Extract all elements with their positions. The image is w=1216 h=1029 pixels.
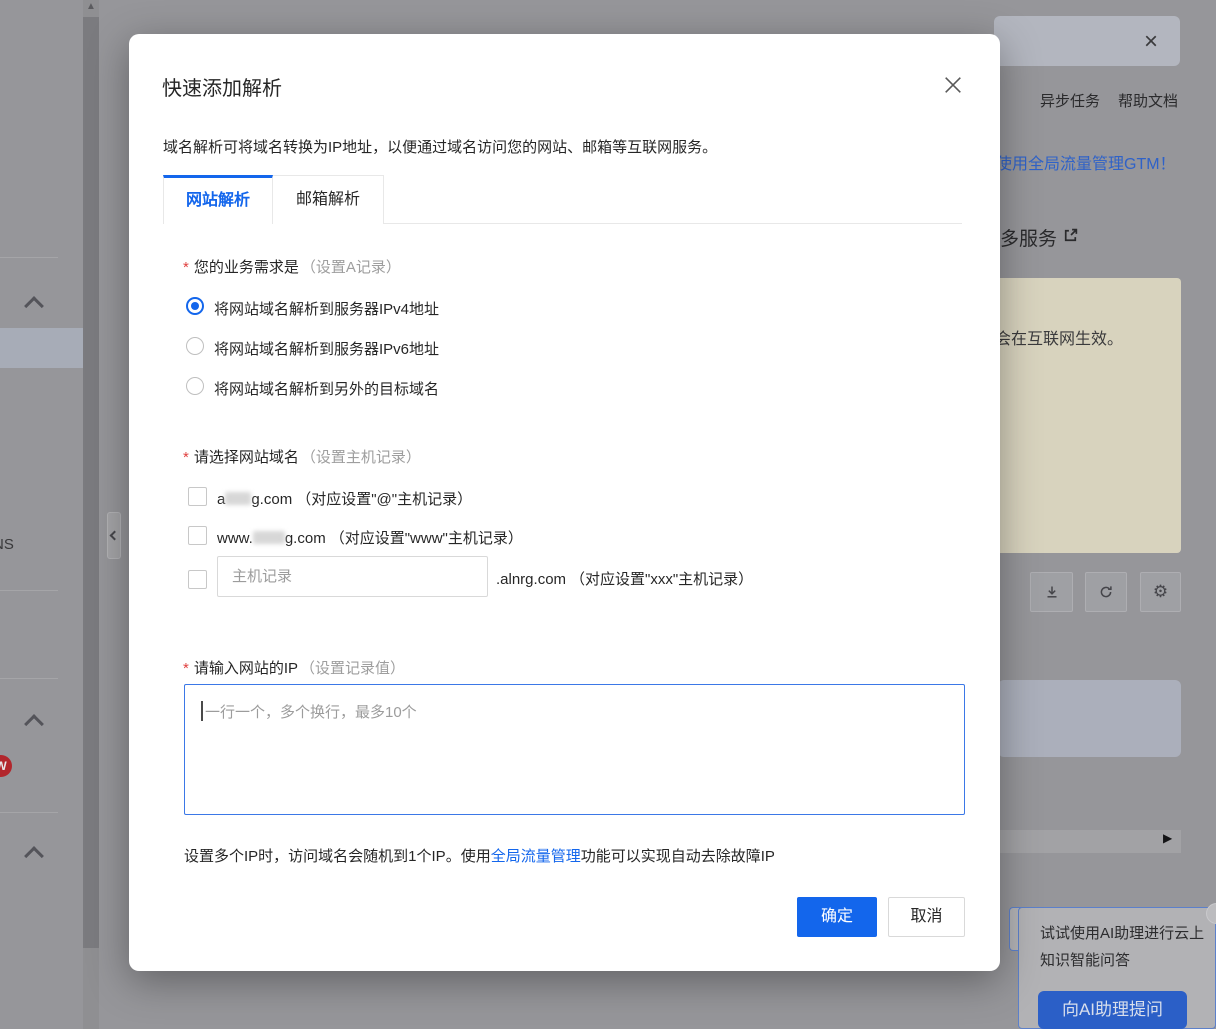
tab-website-resolution[interactable]: 网站解析 xyxy=(163,175,273,224)
checkbox-root-domain[interactable] xyxy=(188,487,207,506)
sidebar-item-label: NS xyxy=(0,536,14,553)
dialog-title: 快速添加解析 xyxy=(162,72,282,101)
notification-badge: W xyxy=(0,755,12,777)
domain-suffix: g.com xyxy=(285,530,326,547)
label-hint: （设置记录值） xyxy=(300,660,405,677)
tab-mailbox-resolution[interactable]: 邮箱解析 xyxy=(273,175,384,224)
required-mark: * xyxy=(183,259,189,276)
chevron-up-icon[interactable] xyxy=(24,296,44,316)
scrollbar-thumb[interactable] xyxy=(83,17,99,948)
help-docs-link[interactable]: 帮助文档 xyxy=(1118,90,1178,111)
label-hint: （设置主机记录） xyxy=(301,449,421,466)
scroll-up-arrow-icon[interactable]: ▲ xyxy=(83,1,99,12)
radio-ipv4[interactable] xyxy=(186,297,204,315)
sidebar-divider xyxy=(0,678,58,679)
required-mark: * xyxy=(183,449,189,466)
expand-arrow-icon[interactable]: ▶ xyxy=(1163,831,1172,845)
chevron-up-icon[interactable] xyxy=(24,714,44,734)
redacted-text xyxy=(253,531,285,544)
radio-ipv6-label[interactable]: 将网站域名解析到服务器IPv6地址 xyxy=(214,338,439,359)
collapsed-section-bar[interactable] xyxy=(990,830,1181,853)
checkbox-custom-host[interactable] xyxy=(188,570,207,589)
async-tasks-link[interactable]: 异步任务 xyxy=(1040,90,1100,111)
refresh-icon xyxy=(1098,584,1114,600)
sidebar-item-selected[interactable] xyxy=(0,328,83,368)
sidebar-divider xyxy=(0,590,58,591)
required-mark: * xyxy=(183,660,189,677)
refresh-button[interactable] xyxy=(1085,572,1127,612)
banner-close-icon[interactable]: × xyxy=(1144,28,1158,56)
custom-host-row: .alnrg.com（对应设置"xxx"主机记录） xyxy=(496,568,753,589)
www-domain-row: www. g.com（对应设置"www"主机记录） xyxy=(217,527,523,548)
ip-input-label: *请输入网站的IP（设置记录值） xyxy=(183,657,405,678)
host-record-note: （对应设置"xxx"主机记录） xyxy=(570,571,753,588)
confirm-button[interactable]: 确定 xyxy=(797,897,877,937)
host-record-input[interactable] xyxy=(217,556,488,597)
business-requirement-label: *您的业务需求是（设置A记录） xyxy=(183,256,401,277)
select-domain-label: *请选择网站域名（设置主机记录） xyxy=(183,446,421,467)
chevron-left-icon xyxy=(109,531,119,541)
dialog-description: 域名解析可将域名转换为IP地址，以便通过域名访问您的网站、邮箱等互联网服务。 xyxy=(163,136,717,157)
settings-button[interactable]: ⚙ xyxy=(1140,572,1181,612)
page: NS W ▲ × 异步任务 帮助文档 使用全局流量管理GTM！ 多服务 会在互联… xyxy=(0,0,1216,1029)
radio-ipv6[interactable] xyxy=(186,337,204,355)
gtm-banner-link[interactable]: 使用全局流量管理GTM！ xyxy=(996,150,1176,174)
notice-text: 会在互联网生效。 xyxy=(995,325,1123,349)
dialog-close-icon[interactable] xyxy=(944,76,962,94)
tab-label: 网站解析 xyxy=(186,192,250,209)
sidebar-divider xyxy=(0,257,58,258)
download-button[interactable] xyxy=(1030,572,1073,612)
background-card xyxy=(998,680,1181,757)
external-link-icon[interactable] xyxy=(1062,227,1079,244)
checkbox-www-domain[interactable] xyxy=(188,526,207,545)
radio-cname-label[interactable]: 将网站域名解析到另外的目标域名 xyxy=(214,378,439,399)
domain-suffix: .alnrg.com xyxy=(496,571,566,588)
cancel-button[interactable]: 取消 xyxy=(888,897,965,937)
redacted-text xyxy=(225,492,251,505)
more-services-label[interactable]: 多服务 xyxy=(1000,224,1057,251)
label-hint: （设置A记录） xyxy=(301,259,401,276)
ask-ai-button[interactable]: 向AI助理提问 xyxy=(1038,991,1187,1029)
sidebar-divider xyxy=(0,812,58,813)
collapse-panel-handle[interactable] xyxy=(107,512,121,559)
root-domain-row: a g.com（对应设置"@"主机记录） xyxy=(217,488,472,509)
text-cursor xyxy=(201,701,203,721)
notice-panel xyxy=(992,278,1181,553)
host-record-note: （对应设置"@"主机记录） xyxy=(296,491,472,508)
radio-cname[interactable] xyxy=(186,377,204,395)
chevron-up-icon[interactable] xyxy=(24,846,44,866)
radio-ipv4-label[interactable]: 将网站域名解析到服务器IPv4地址 xyxy=(214,298,439,319)
domain-prefix: a xyxy=(217,491,225,508)
host-record-note: （对应设置"www"主机记录） xyxy=(330,530,523,547)
domain-suffix: g.com xyxy=(251,491,292,508)
domain-prefix: www. xyxy=(217,530,253,547)
gear-icon: ⚙ xyxy=(1153,582,1168,602)
gtm-inline-link[interactable]: 全局流量管理 xyxy=(491,848,581,865)
download-icon xyxy=(1044,584,1060,600)
ai-assistant-text: 试试使用AI助理进行云上知识智能问答 xyxy=(1040,920,1210,974)
tab-label: 邮箱解析 xyxy=(296,191,360,208)
ip-footnote: 设置多个IP时，访问域名会随机到1个IP。使用全局流量管理功能可以实现自动去除故… xyxy=(184,845,775,866)
ip-textarea[interactable] xyxy=(184,684,965,815)
